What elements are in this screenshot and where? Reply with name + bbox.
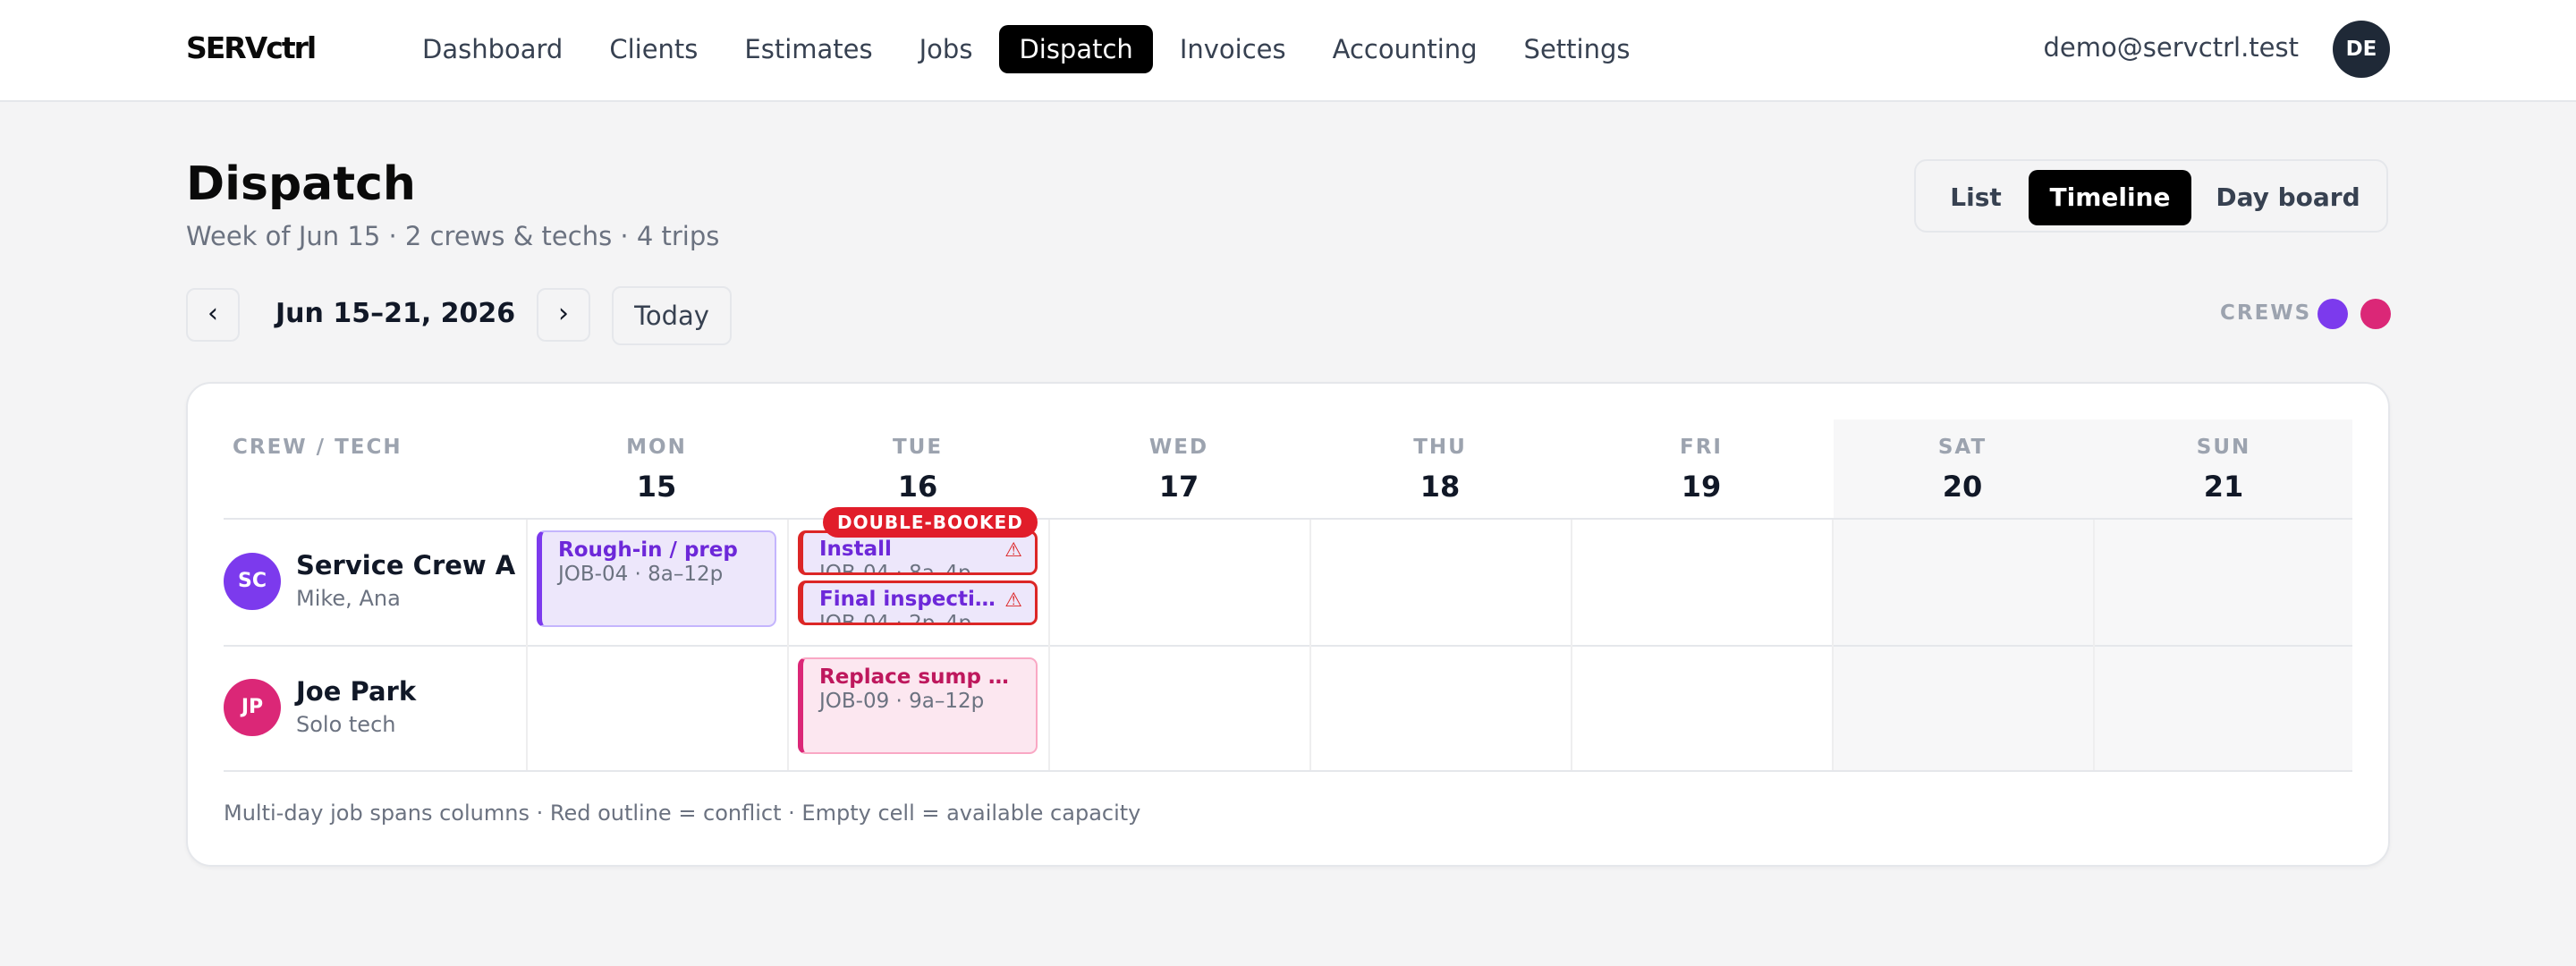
view-timeline-button[interactable]: Timeline [2029, 170, 2191, 225]
day-header-fri: FRI 19 [1571, 436, 1832, 504]
crew-members: Solo tech [296, 712, 396, 737]
day-header-tue: TUE 16 [787, 436, 1048, 504]
warning-icon: ⚠ [1004, 589, 1022, 612]
grid-line [1832, 520, 1834, 770]
day-header-thu: THU 18 [1309, 436, 1571, 504]
day-number: 16 [897, 470, 938, 504]
nav-dispatch[interactable]: Dispatch [999, 25, 1153, 73]
crews-legend-label: CREWS [2220, 301, 2312, 325]
date-range: Jun 15–21, 2026 [275, 298, 516, 329]
crew-name[interactable]: Joe Park [296, 676, 416, 707]
day-header-mon: MON 15 [526, 436, 787, 504]
grid-line [2093, 520, 2095, 770]
grid-line [1571, 520, 1572, 770]
next-week-button[interactable]: › [537, 288, 590, 342]
warning-icon: ⚠ [1004, 539, 1022, 562]
nav-clients[interactable]: Clients [589, 25, 717, 73]
crew-avatar: SC [224, 553, 281, 610]
crew-color-dot[interactable] [2318, 299, 2348, 329]
job-title: Final inspection [819, 588, 1004, 611]
job-title: Replace sump pump [819, 665, 1036, 689]
nav-settings[interactable]: Settings [1504, 25, 1650, 73]
timeline-card: CREW / TECH MON 15 TUE 16 WED 17 THU 18 … [186, 382, 2390, 867]
user-email: demo@servctrl.test [2043, 32, 2299, 63]
day-number: 15 [636, 470, 677, 504]
job-card-conflict[interactable]: Final inspection JOB-04 · 2p–4p ⚠ [798, 580, 1038, 625]
day-name: TUE [892, 436, 944, 459]
day-name: SAT [1937, 436, 1987, 459]
nav-dashboard[interactable]: Dashboard [402, 25, 582, 73]
day-name: THU [1413, 436, 1467, 459]
day-number: 17 [1158, 470, 1199, 504]
day-name: FRI [1680, 436, 1723, 459]
grid-line [224, 645, 2352, 647]
nav-jobs[interactable]: Jobs [900, 25, 993, 73]
day-name: WED [1148, 436, 1209, 459]
chevron-right-icon: › [558, 298, 569, 329]
crew-avatar: JP [224, 679, 281, 736]
day-number: 21 [2203, 470, 2244, 504]
view-toggle: List Timeline Day board [1914, 159, 2388, 233]
job-title: Rough-in / prep [558, 538, 738, 562]
nav-accounting[interactable]: Accounting [1313, 25, 1497, 73]
day-header-sun: SUN 21 [2093, 436, 2354, 504]
day-name: MON [626, 436, 687, 459]
crew-name[interactable]: Service Crew A [296, 550, 515, 580]
crew-tech-header: CREW / TECH [233, 436, 402, 459]
double-booked-badge: DOUBLE-BOOKED [823, 507, 1038, 538]
grid-line [1048, 520, 1050, 770]
job-meta: JOB-04 · 8a–12p [558, 563, 724, 586]
top-nav-bar: SERVctrl Dashboard Clients Estimates Job… [0, 0, 2576, 102]
job-meta: JOB-04 · 2p–4p [819, 612, 972, 625]
grid-line [787, 520, 789, 770]
chevron-left-icon: ‹ [208, 298, 218, 329]
day-header-sat: SAT 20 [1832, 436, 2093, 504]
day-name: SUN [2196, 436, 2251, 459]
job-title: Install [819, 538, 892, 561]
timeline-legend-note: Multi-day job spans columns · Red outlin… [224, 801, 1141, 826]
job-meta: JOB-09 · 9a–12p [819, 690, 985, 713]
job-card[interactable]: Replace sump pump JOB-09 · 9a–12p [798, 657, 1038, 754]
day-number: 19 [1681, 470, 1722, 504]
grid-line [526, 520, 528, 770]
brand-logo[interactable]: SERVctrl [186, 30, 317, 65]
grid-line [224, 770, 2352, 772]
page-title: Dispatch [186, 157, 416, 211]
main-nav: Dashboard Clients Estimates Jobs Dispatc… [402, 25, 1650, 73]
grid-line [224, 518, 2352, 520]
prev-week-button[interactable]: ‹ [186, 288, 240, 342]
crew-color-dot[interactable] [2360, 299, 2391, 329]
nav-invoices[interactable]: Invoices [1160, 25, 1306, 73]
job-card[interactable]: Rough-in / prep JOB-04 · 8a–12p [537, 530, 776, 627]
day-number: 18 [1419, 470, 1461, 504]
day-number: 20 [1942, 470, 1983, 504]
view-list-button[interactable]: List [1930, 170, 2021, 225]
page-subtitle: Week of Jun 15 · 2 crews & techs · 4 tri… [186, 221, 720, 251]
grid-line [1309, 520, 1311, 770]
nav-estimates[interactable]: Estimates [724, 25, 892, 73]
crew-members: Mike, Ana [296, 586, 401, 611]
view-day-board-button[interactable]: Day board [2199, 170, 2377, 225]
job-meta: JOB-04 · 8a–4p [819, 562, 971, 575]
today-button[interactable]: Today [612, 286, 732, 345]
day-header-wed: WED 17 [1048, 436, 1309, 504]
user-avatar[interactable]: DE [2333, 21, 2390, 78]
